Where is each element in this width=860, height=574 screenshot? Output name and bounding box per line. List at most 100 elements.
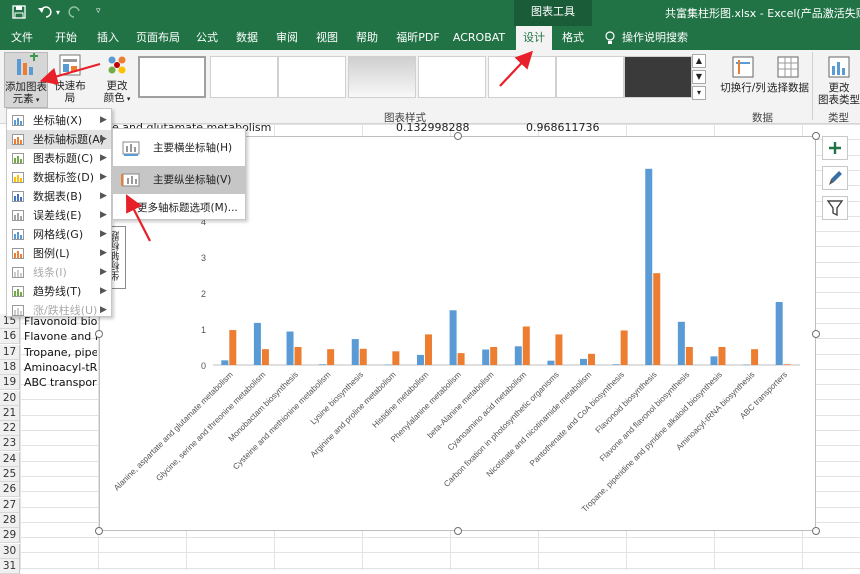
- row-header[interactable]: 31: [0, 558, 20, 574]
- chevron-right-icon: ▶: [100, 267, 107, 277]
- undo-dropdown-icon[interactable]: ▾: [56, 8, 60, 17]
- tab-formulas[interactable]: 公式: [190, 26, 224, 50]
- tab-acrobat[interactable]: ACROBAT: [450, 26, 508, 50]
- menu-item-chart-title[interactable]: 图表标题(C) ▶: [7, 149, 111, 168]
- change-colors-button[interactable]: 更改 颜色 ▾: [96, 52, 138, 108]
- customize-quick-access-icon[interactable]: ▿: [96, 6, 101, 16]
- chart-styles-button[interactable]: [822, 166, 848, 190]
- cell-text[interactable]: Aminoacyl-tR: [24, 360, 97, 375]
- row-header[interactable]: 27: [0, 497, 20, 513]
- styles-scroll-down[interactable]: ▼: [692, 70, 706, 84]
- chart-style-8[interactable]: [624, 56, 692, 98]
- menu-item-more-axis-title-options[interactable]: 更多轴标题选项(M)...: [113, 199, 245, 217]
- chart-style-2[interactable]: [210, 56, 278, 98]
- chart-resize-handle[interactable]: [812, 330, 820, 338]
- chevron-down-icon: ▾: [124, 95, 131, 103]
- chart-resize-handle[interactable]: [812, 132, 820, 140]
- chart-resize-handle[interactable]: [454, 132, 462, 140]
- row-header[interactable]: 20: [0, 390, 20, 406]
- bar-series-2: [718, 347, 726, 365]
- quick-layout-button[interactable]: 快速布局▾: [50, 52, 90, 115]
- chart-style-6[interactable]: [488, 56, 556, 98]
- styles-more[interactable]: ▾: [692, 86, 706, 100]
- row-header[interactable]: 30: [0, 543, 20, 559]
- chart-resize-handle[interactable]: [454, 527, 462, 535]
- submenu-label: 更多轴标题选项(M)...: [137, 202, 238, 214]
- chevron-down-icon: ▾: [33, 96, 40, 104]
- row-header[interactable]: 16: [0, 329, 20, 345]
- group-label-type: 类型: [828, 112, 849, 124]
- chart-filters-button[interactable]: [822, 196, 848, 220]
- menu-item-primary-horizontal-axis-title[interactable]: 主要横坐标轴(H): [113, 137, 245, 159]
- ribbon-separator: [812, 52, 813, 120]
- menu-item-data-label[interactable]: 数据标签(D) ▶: [7, 168, 111, 187]
- tab-review[interactable]: 审阅: [270, 26, 304, 50]
- vertical-axis-icon: [121, 173, 140, 187]
- cell-text[interactable]: Tropane, pipe: [24, 345, 97, 360]
- undo-icon[interactable]: [38, 5, 54, 19]
- change-colors-label-2: 颜色: [103, 92, 125, 104]
- tab-insert[interactable]: 插入: [90, 26, 126, 50]
- filter-icon: [826, 200, 844, 217]
- cell-text[interactable]: Flavone and fl: [24, 329, 97, 344]
- bar-series-2: [457, 353, 465, 365]
- tab-file[interactable]: 文件: [4, 26, 40, 50]
- row-header[interactable]: 23: [0, 436, 20, 452]
- row-header[interactable]: 19: [0, 375, 20, 391]
- select-data-button[interactable]: 选择数据: [766, 54, 810, 108]
- tab-foxit-pdf[interactable]: 福昕PDF: [392, 26, 444, 50]
- chart-style-1[interactable]: [138, 56, 206, 98]
- tab-home[interactable]: 开始: [48, 26, 84, 50]
- tell-me-search[interactable]: 操作说明搜索: [622, 26, 688, 50]
- row-header[interactable]: 24: [0, 451, 20, 467]
- row-header[interactable]: 22: [0, 421, 20, 437]
- cell-text[interactable]: ABC transport: [24, 375, 97, 390]
- tab-page-layout[interactable]: 页面布局: [132, 26, 184, 50]
- bar-series-2: [392, 351, 400, 365]
- chart-resize-handle[interactable]: [812, 527, 820, 535]
- color-palette-icon: [108, 56, 126, 74]
- tab-view[interactable]: 视图: [310, 26, 344, 50]
- menu-item-legend[interactable]: 图例(L) ▶: [7, 244, 111, 263]
- row-header[interactable]: 26: [0, 482, 20, 498]
- menu-item-axis-title[interactable]: 坐标轴标题(A) ▶: [7, 130, 111, 149]
- tab-format[interactable]: 格式: [556, 26, 590, 50]
- tab-help[interactable]: 帮助: [350, 26, 384, 50]
- data-label-icon: [12, 172, 24, 183]
- switch-row-column-label: 切换行/列: [720, 82, 766, 94]
- menu-item-gridline[interactable]: 网格线(G) ▶: [7, 225, 111, 244]
- redo-icon[interactable]: [68, 5, 82, 19]
- chart-style-7[interactable]: [556, 56, 624, 98]
- switch-row-column-button[interactable]: 切换行/列: [718, 54, 768, 108]
- menu-item-trendline[interactable]: 趋势线(T) ▶: [7, 282, 111, 301]
- chart-resize-handle[interactable]: [95, 527, 103, 535]
- chart-elements-button[interactable]: [822, 136, 848, 160]
- change-chart-type-button[interactable]: 更改 图表类型: [818, 54, 860, 108]
- menu-item-axis[interactable]: 坐标轴(X) ▶: [7, 111, 111, 130]
- chart-style-4[interactable]: [348, 56, 416, 98]
- chart-style-3[interactable]: [278, 56, 346, 98]
- row-header[interactable]: 29: [0, 528, 20, 544]
- row-header[interactable]: 17: [0, 344, 20, 360]
- chart-resize-handle[interactable]: [95, 330, 103, 338]
- chevron-right-icon: ▶: [100, 153, 107, 163]
- styles-scroll-up[interactable]: ▲: [692, 54, 706, 68]
- chart-style-5[interactable]: [418, 56, 486, 98]
- add-chart-element-button[interactable]: 添加图表 元素 ▾: [4, 52, 48, 108]
- menu-item-label: 网格线(G): [33, 228, 84, 241]
- ribbon-design: 添加图表 元素 ▾ 快速布局▾ 更改 颜色 ▾ ▲ ▼ ▾ 切换行/列 选择数据…: [0, 50, 860, 124]
- bar-series-1: [319, 364, 327, 365]
- menu-item-error-bar[interactable]: 误差线(E) ▶: [7, 206, 111, 225]
- save-icon[interactable]: [12, 5, 26, 19]
- quick-layout-label: 快速布局: [54, 80, 86, 104]
- chevron-right-icon: ▶: [100, 248, 107, 258]
- row-header[interactable]: 25: [0, 467, 20, 482]
- tab-design[interactable]: 设计: [516, 26, 552, 50]
- row-header[interactable]: 18: [0, 359, 20, 375]
- bar-series-1: [677, 321, 685, 365]
- menu-item-data-table[interactable]: 数据表(B) ▶: [7, 187, 111, 206]
- menu-item-primary-vertical-axis-title[interactable]: 主要纵坐标轴(V): [113, 166, 245, 194]
- row-header[interactable]: 21: [0, 405, 20, 421]
- row-header[interactable]: 28: [0, 512, 20, 528]
- tab-data[interactable]: 数据: [230, 26, 264, 50]
